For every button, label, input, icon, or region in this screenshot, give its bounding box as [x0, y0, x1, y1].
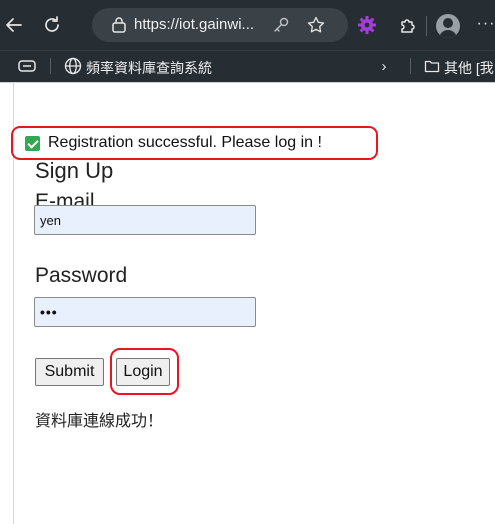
address-url[interactable]: https://iot.gainwi...	[134, 16, 254, 33]
collections-icon[interactable]	[18, 59, 36, 73]
bookmarks-divider	[410, 58, 411, 74]
bookmark-item-label[interactable]: 頻率資料庫查詢系統	[86, 58, 212, 78]
password-key-icon[interactable]	[272, 16, 290, 34]
notice-highlight-box	[11, 126, 378, 160]
other-favorites-label[interactable]: 其他 [我	[444, 58, 494, 78]
favorite-star-icon[interactable]	[306, 15, 326, 35]
folder-icon[interactable]	[424, 58, 440, 74]
password-field[interactable]: •••	[34, 297, 256, 327]
bookmarks-divider	[50, 58, 51, 74]
page-top-border	[0, 82, 495, 83]
db-connection-status: 資料庫連線成功！	[35, 411, 164, 430]
page-title: Sign Up	[35, 158, 114, 183]
profile-avatar-icon[interactable]	[436, 14, 460, 38]
back-arrow-icon[interactable]	[2, 13, 26, 37]
email-field[interactable]: yen	[34, 205, 256, 235]
more-options-icon[interactable]: ···	[476, 12, 495, 36]
chevron-right-icon[interactable]: ›	[376, 56, 392, 76]
password-label: Password	[35, 264, 128, 287]
extension-gear-icon[interactable]	[356, 14, 378, 36]
address-bar[interactable]: https://iot.gainwi...	[92, 8, 348, 42]
reload-icon[interactable]	[40, 13, 64, 37]
toolbar-divider	[426, 16, 427, 36]
submit-button[interactable]: Submit	[35, 358, 104, 386]
site-info-lock-icon[interactable]	[110, 16, 128, 34]
login-highlight-box	[110, 348, 179, 395]
globe-icon	[64, 57, 82, 75]
extensions-puzzle-icon[interactable]	[397, 14, 419, 36]
